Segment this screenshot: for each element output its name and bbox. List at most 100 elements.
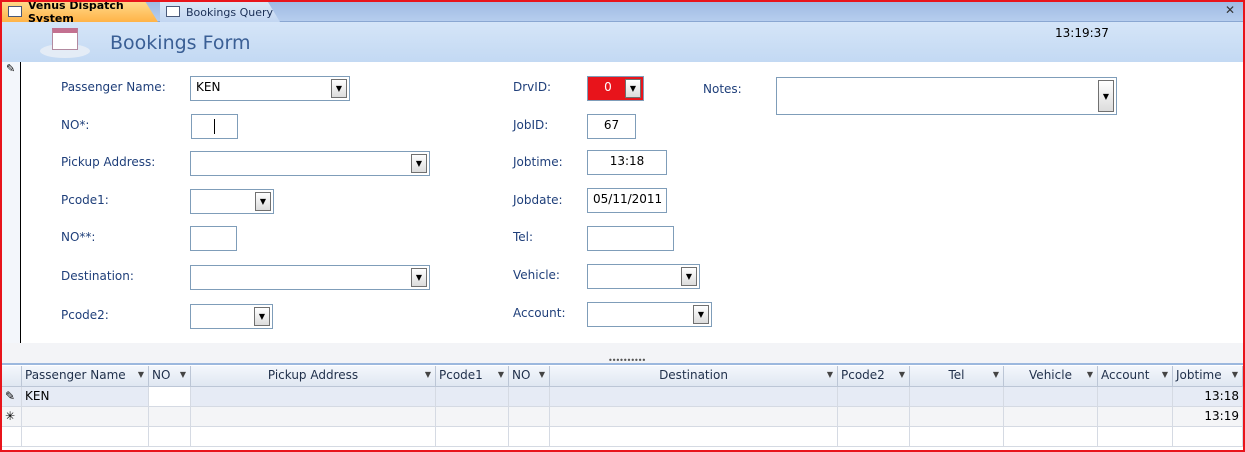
select-all-corner[interactable] [2,366,22,387]
column-header[interactable]: Pcode2 ▼ [838,366,910,387]
chevron-down-icon[interactable]: ▼ [1232,370,1238,379]
notes-combo[interactable]: ▼ [776,77,1117,115]
column-label: Jobtime [1176,368,1222,382]
tel-label: Tel: [513,230,534,244]
chevron-down-icon[interactable]: ▼ [254,307,270,326]
table-cell[interactable] [191,407,436,427]
table-cell[interactable] [838,407,910,427]
table-cell[interactable] [436,407,509,427]
chevron-down-icon[interactable]: ▼ [425,370,431,379]
pickup-address-combo[interactable]: ▼ [190,151,430,176]
empty-cell [910,427,1004,447]
jobid-input[interactable]: 67 [587,114,636,139]
destination-combo[interactable]: ▼ [190,265,430,290]
chevron-down-icon[interactable]: ▼ [827,370,833,379]
drvid-label: DrvID: [513,80,552,94]
query-icon [166,6,180,17]
tab-venus-dispatch-system[interactable]: Venus Dispatch System [2,2,158,22]
vehicle-label: Vehicle: [513,268,560,282]
table-cell[interactable] [550,407,838,427]
table-cell[interactable] [910,387,1004,407]
jobdate-label: Jobdate: [513,193,563,207]
no2-label: NO**: [61,230,96,244]
jobdate-input[interactable]: 05/11/2011 [587,188,667,213]
destination-label: Destination: [61,269,134,283]
account-label: Account: [513,306,566,320]
column-header[interactable]: NO ▼ [509,366,550,387]
pencil-icon[interactable]: ✎ [2,387,22,407]
table-row[interactable]: ✎ KEN 13:18 [2,387,1243,407]
chevron-down-icon[interactable]: ▼ [411,154,427,173]
table-cell[interactable] [1004,387,1098,407]
jobtime-input[interactable]: 13:18 [587,150,667,175]
table-cell[interactable] [1098,387,1173,407]
table-cell[interactable] [1004,407,1098,427]
record-selector[interactable]: ✎ [2,62,21,343]
jobid-label: JobID: [513,118,549,132]
chevron-down-icon[interactable]: ▼ [138,370,144,379]
table-cell[interactable] [191,387,436,407]
no1-input[interactable] [191,114,238,139]
chevron-down-icon[interactable]: ▼ [681,267,697,286]
column-label: Vehicle [1029,368,1072,382]
chevron-down-icon[interactable]: ▼ [899,370,905,379]
table-cell[interactable]: KEN [22,387,149,407]
column-label: Passenger Name [25,368,126,382]
chevron-down-icon[interactable]: ▼ [1087,370,1093,379]
pickup-address-label: Pickup Address: [61,155,156,169]
splitter-grip-icon[interactable]: •••••••••• [608,356,646,365]
column-header[interactable]: Passenger Name ▼ [22,366,149,387]
column-header[interactable]: Destination ▼ [550,366,838,387]
table-cell[interactable]: 13:18 [1173,387,1243,407]
chevron-down-icon[interactable]: ▼ [539,370,545,379]
column-header[interactable]: Account ▼ [1098,366,1173,387]
table-cell[interactable] [149,407,191,427]
chevron-down-icon[interactable]: ▼ [411,268,427,287]
empty-cell [2,427,22,447]
chevron-down-icon[interactable]: ▼ [255,192,271,211]
passenger-name-combo[interactable]: KEN ▼ [190,76,350,101]
empty-cell [191,427,436,447]
form-header: Bookings Form 13:19:37 [2,22,1243,62]
jobtime-label: Jobtime: [513,155,563,169]
column-header[interactable]: Vehicle ▼ [1004,366,1098,387]
drvid-combo[interactable]: 0 ▼ [587,76,644,101]
chevron-down-icon[interactable]: ▼ [1098,80,1114,112]
table-cell[interactable]: 13:19 [1173,407,1243,427]
table-cell[interactable] [838,387,910,407]
chevron-down-icon[interactable]: ▼ [625,79,641,98]
chevron-down-icon[interactable]: ▼ [1162,370,1168,379]
column-header[interactable]: Pickup Address ▼ [191,366,436,387]
tab-bookings-query[interactable]: Bookings Query [160,2,280,22]
column-header[interactable]: Pcode1 ▼ [436,366,509,387]
chevron-down-icon[interactable]: ▼ [498,370,504,379]
close-icon[interactable]: ✕ [1225,3,1235,17]
table-cell[interactable] [436,387,509,407]
new-record-icon[interactable]: ✳ [2,407,22,427]
table-cell[interactable] [1098,407,1173,427]
no2-input[interactable] [190,226,237,251]
column-header[interactable]: NO ▼ [149,366,191,387]
chevron-down-icon[interactable]: ▼ [693,305,709,324]
pcode2-combo[interactable]: ▼ [190,304,273,329]
chevron-down-icon[interactable]: ▼ [331,79,347,98]
table-cell[interactable] [22,407,149,427]
chevron-down-icon[interactable]: ▼ [993,370,999,379]
table-cell[interactable] [509,407,550,427]
table-cell[interactable] [149,387,191,407]
table-cell[interactable] [509,387,550,407]
pcode1-combo[interactable]: ▼ [190,189,274,214]
split-bar[interactable]: •••••••••• [2,343,1243,365]
pencil-icon: ✎ [6,62,16,75]
tel-input[interactable] [587,226,674,251]
column-header[interactable]: Jobtime ▼ [1173,366,1243,387]
vehicle-combo[interactable]: ▼ [587,264,700,289]
table-cell[interactable] [550,387,838,407]
column-header[interactable]: Tel ▼ [910,366,1004,387]
chevron-down-icon[interactable]: ▼ [180,370,186,379]
table-cell[interactable] [910,407,1004,427]
account-combo[interactable]: ▼ [587,302,712,327]
passenger-name-value: KEN [196,80,221,94]
column-label: Pcode2 [841,368,885,382]
table-row-new[interactable]: ✳ 13:19 [2,407,1243,427]
